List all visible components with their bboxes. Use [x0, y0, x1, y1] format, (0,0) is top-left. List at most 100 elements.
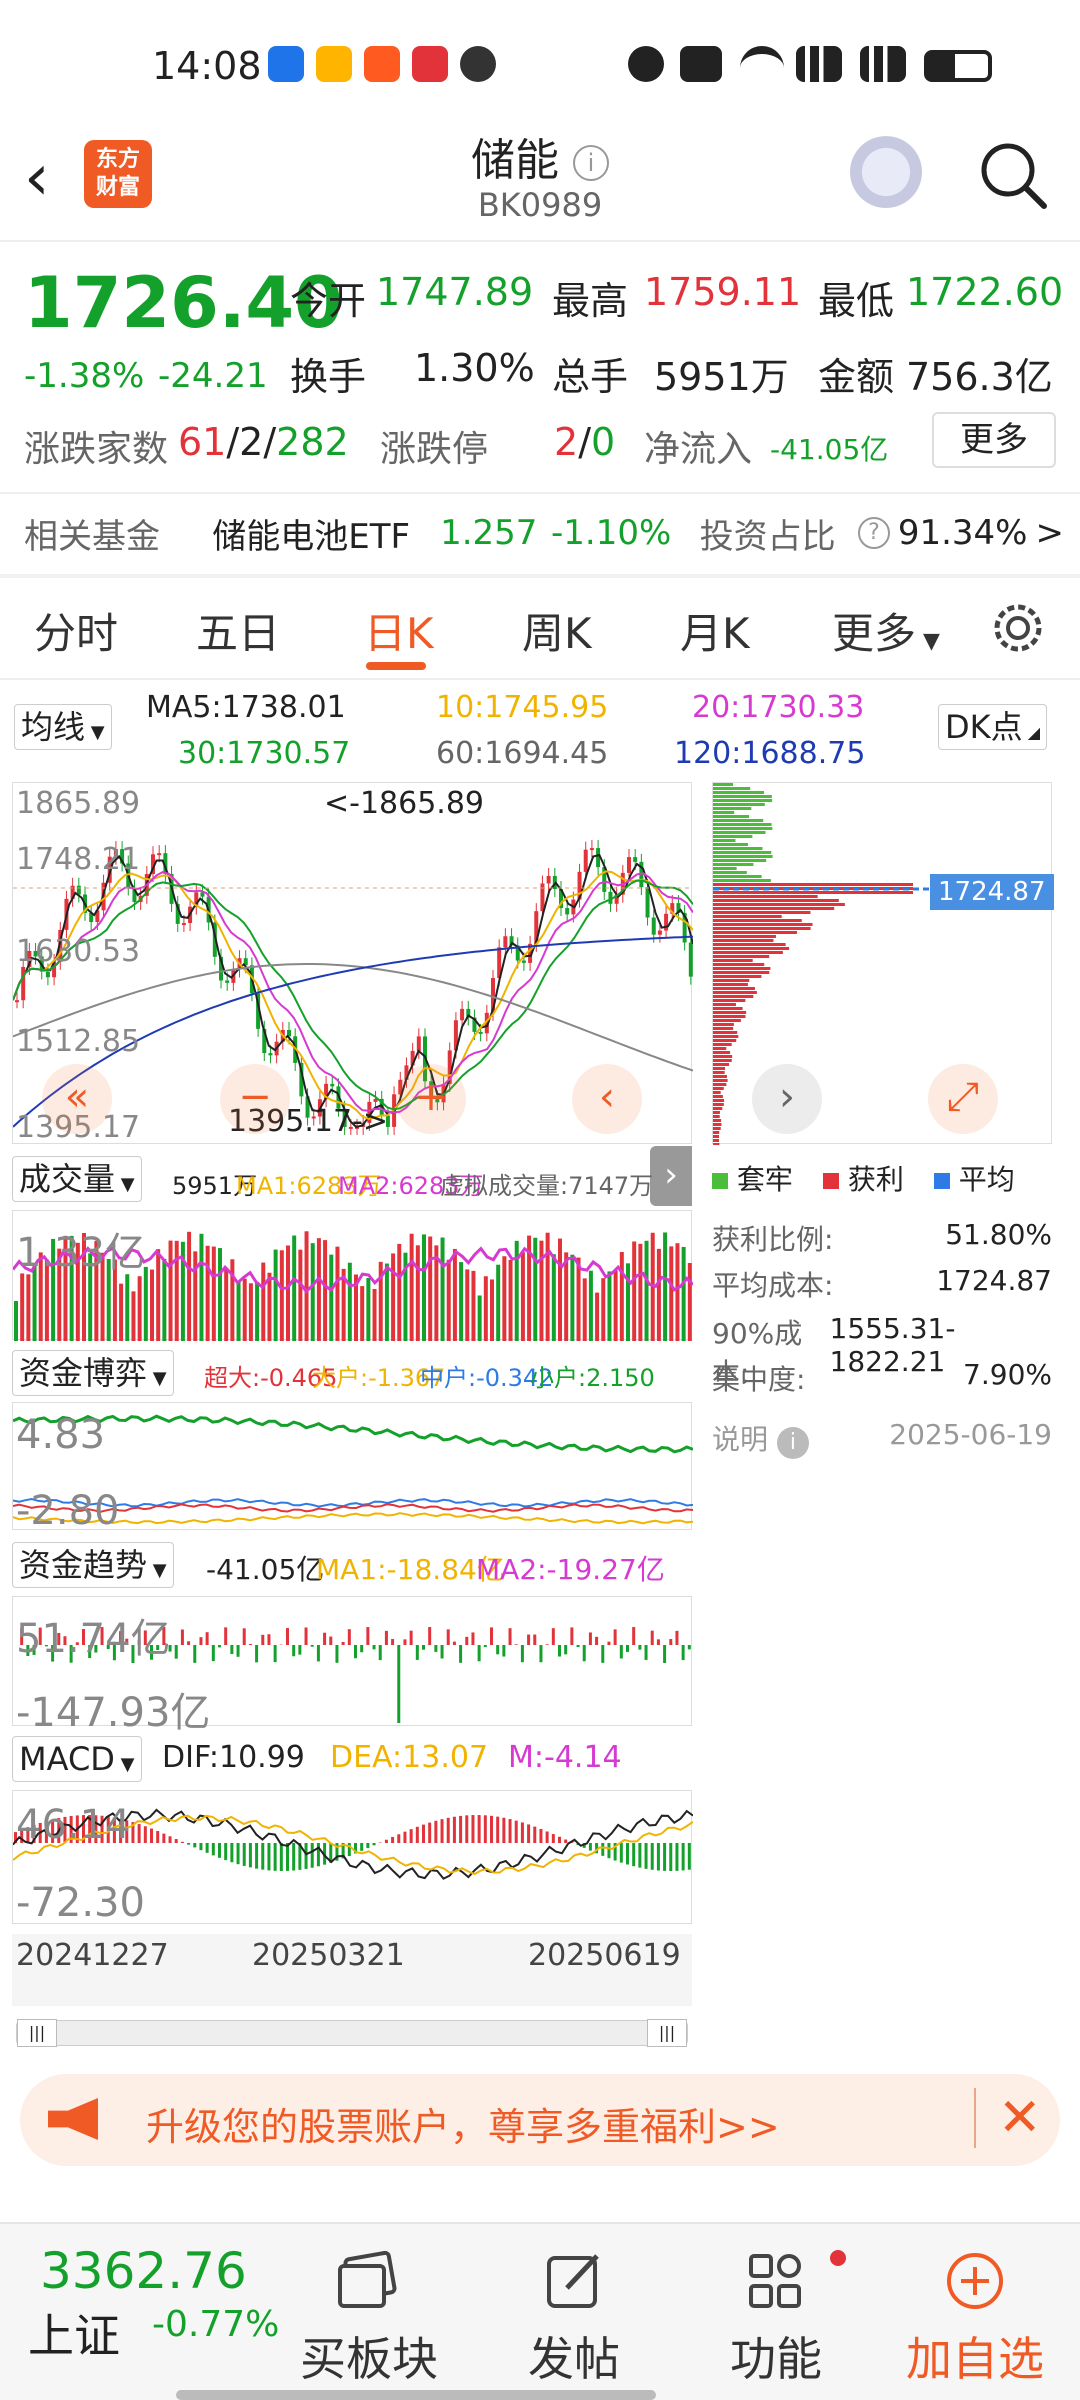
small-value: 小户:2.150 — [530, 1364, 655, 1392]
macd-histogram-bar — [218, 1843, 221, 1858]
trend-bar — [459, 1645, 463, 1663]
volume-value: 5951万 — [654, 355, 789, 399]
volume-bar — [446, 1259, 451, 1341]
chip-bar — [713, 1127, 721, 1130]
tab-daily-k[interactable]: 日K — [364, 600, 434, 661]
robot-assistant-icon[interactable] — [846, 136, 926, 216]
buy-sector-button[interactable]: 买板块 — [300, 2250, 438, 2389]
trend-bar — [236, 1645, 240, 1657]
trend-bar — [187, 1641, 191, 1645]
candle-body — [416, 1036, 421, 1051]
volume-bar — [162, 1258, 167, 1341]
info-icon: i — [776, 1427, 809, 1459]
slider-handle-left[interactable]: ||| — [17, 2019, 57, 2047]
volume-bar — [14, 1301, 18, 1341]
macd-histogram-bar — [508, 1819, 512, 1843]
trend-bar — [193, 1645, 197, 1663]
macd-histogram-bar — [409, 1829, 413, 1843]
chip-bar — [713, 1103, 724, 1106]
chevron-right-icon[interactable]: › — [752, 1064, 822, 1134]
post-button[interactable]: 发帖 — [528, 2250, 620, 2389]
capital-trend-selector[interactable]: 资金趋势 ▼ — [12, 1542, 174, 1588]
volume-bar — [205, 1245, 210, 1341]
trend-bar — [483, 1645, 487, 1648]
slider-handle-right[interactable]: ||| — [647, 2019, 687, 2047]
y-tick-label: 1512.85 — [16, 1024, 141, 1059]
close-icon[interactable]: ✕ — [974, 2088, 1042, 2148]
candle-body — [460, 1008, 465, 1021]
chip-bar — [713, 959, 753, 962]
collapse-panel-button[interactable]: › — [650, 1146, 692, 1206]
trend-bar — [576, 1645, 580, 1648]
high-value: 1759.11 — [644, 270, 802, 314]
trend-bar — [205, 1632, 209, 1645]
trend-bar — [588, 1632, 592, 1645]
candle-body — [157, 853, 162, 856]
tab-more[interactable]: 更多 ▼ — [832, 600, 940, 661]
candle-body — [546, 875, 551, 884]
help-icon[interactable]: ? — [858, 517, 890, 549]
promo-banner[interactable]: 升级您的股票账户，尊享多重福利>> ✕ — [20, 2074, 1060, 2166]
note-row[interactable]: 说明 i 2025-06-19 — [712, 1418, 1052, 1459]
small-holders-line — [12, 1414, 694, 1454]
index-pct[interactable]: -0.77% — [152, 2304, 279, 2345]
tab-intraday[interactable]: 分时 — [34, 600, 118, 661]
macd-histogram-bar — [446, 1817, 450, 1843]
macd-histogram-bar — [347, 1843, 351, 1857]
macd-selector[interactable]: MACD ▼ — [12, 1736, 142, 1782]
trend-bar — [520, 1645, 524, 1663]
zoom-in-icon[interactable]: + — [396, 1064, 466, 1134]
info-icon[interactable]: i — [573, 145, 609, 181]
chip-bar — [713, 895, 818, 898]
search-icon[interactable] — [978, 140, 1048, 210]
add-watchlist-button[interactable]: 加自选 — [906, 2250, 1044, 2389]
banner-text: 升级您的股票账户，尊享多重福利>> — [146, 2105, 780, 2149]
chip-bar — [713, 1131, 720, 1134]
volume-bar — [477, 1295, 482, 1341]
macd-histogram-bar — [304, 1843, 308, 1869]
candle-body — [589, 848, 594, 851]
tab-weekly-k[interactable]: 周K — [522, 600, 592, 661]
range-slider[interactable]: ||| ||| — [16, 2019, 688, 2047]
trend-bar — [174, 1645, 178, 1659]
macd-histogram-bar — [273, 1843, 277, 1871]
chip-bar — [713, 847, 763, 850]
macd-histogram-bar — [632, 1843, 636, 1867]
macd-histogram-bar — [545, 1831, 549, 1843]
more-button[interactable]: 更多 — [932, 412, 1056, 468]
chip-bar — [713, 903, 845, 906]
zoom-out-icon[interactable]: − — [220, 1064, 290, 1134]
macd-histogram-bar — [638, 1843, 642, 1868]
index-name[interactable]: 上证 — [28, 2300, 120, 2366]
capital-game-selector[interactable]: 资金博弈 ▼ — [12, 1350, 174, 1396]
macd-histogram-bar — [551, 1834, 555, 1843]
volume-bar — [384, 1263, 389, 1341]
candle-body — [478, 1031, 483, 1034]
macd-histogram-bar — [255, 1843, 259, 1869]
dk-point-button[interactable]: DK点 ◢ — [938, 704, 1048, 750]
expand-icon[interactable]: ⤢ — [928, 1064, 998, 1134]
macd-histogram-bar — [520, 1822, 524, 1843]
scroll-left-fast-icon[interactable]: « — [42, 1064, 112, 1134]
volume-bar — [150, 1269, 154, 1341]
macd-histogram-bar — [440, 1819, 444, 1843]
trend-bar — [242, 1628, 246, 1645]
index-price[interactable]: 3362.76 — [40, 2242, 247, 2300]
ma-selector[interactable]: 均线 ▼ — [14, 704, 112, 750]
chip-bar — [713, 1095, 723, 1098]
related-fund-row[interactable]: 相关基金 储能电池ETF 1.257 -1.10% 投资占比 ? 91.34% … — [24, 512, 1064, 557]
volume-bar — [125, 1274, 130, 1341]
alipay-icon — [316, 46, 352, 82]
settings-gear-icon[interactable] — [990, 600, 1046, 656]
chip-bar — [713, 1011, 747, 1014]
trend-bar — [452, 1641, 456, 1645]
tab-monthly-k[interactable]: 月K — [680, 600, 750, 661]
chip-bar — [713, 819, 764, 822]
chip-legend: 套牢 获利 平均 — [712, 1158, 1015, 1198]
functions-button[interactable]: 功能 — [730, 2250, 846, 2389]
volume-selector[interactable]: 成交量 ▼ — [12, 1156, 142, 1202]
macd-histogram-bar — [644, 1843, 648, 1869]
updown-values: 61/2/282 — [178, 420, 349, 464]
tab-five-day[interactable]: 五日 — [196, 600, 280, 661]
scroll-left-icon[interactable]: ‹ — [572, 1064, 642, 1134]
